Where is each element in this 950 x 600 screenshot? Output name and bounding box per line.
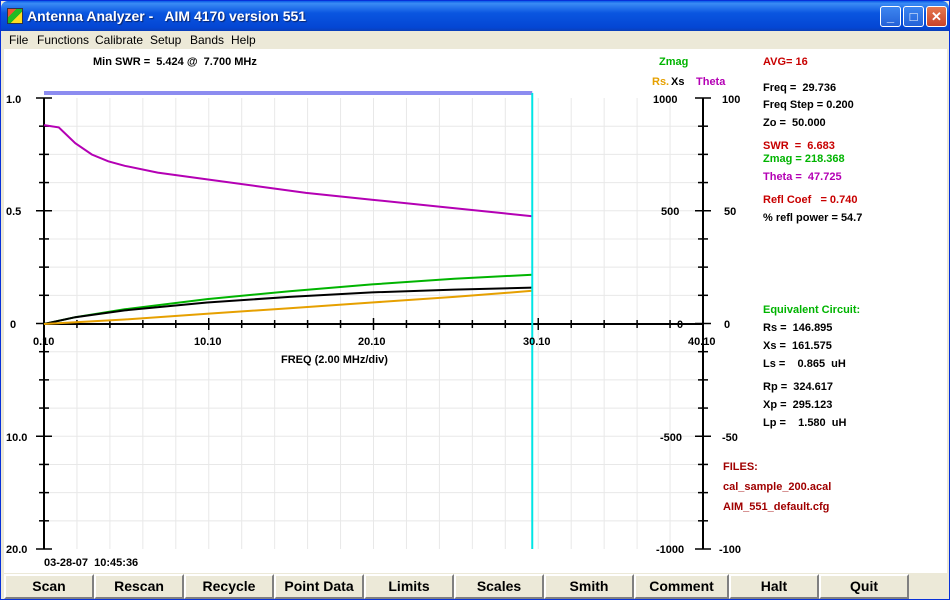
deg-tick-label: 50 <box>724 206 737 218</box>
left-tick-label: 1.0 <box>6 94 22 106</box>
zmag-readout: Zmag = 218.368 <box>763 153 845 165</box>
series-line-theta <box>43 124 533 218</box>
theta-legend: Theta <box>696 76 726 88</box>
ohm-tick-label: 500 <box>661 206 680 218</box>
ohm-tick-label: 1000 <box>653 94 678 106</box>
window-title: Antenna Analyzer - AIM 4170 version 551 <box>27 8 307 24</box>
minimize-button[interactable]: _ <box>880 6 901 27</box>
left-tick-label: 0.5 <box>6 206 22 218</box>
lp-readout: Lp = 1.580 uH <box>763 417 847 429</box>
left-tick-label: 10.0 <box>6 432 28 444</box>
x-tick-label: 0.10 <box>33 336 55 348</box>
deg-tick-label: 100 <box>722 94 741 106</box>
xs-legend: Xs <box>671 76 685 88</box>
rs-readout: Rs = 146.895 <box>763 322 833 334</box>
cal-file-name: cal_sample_200.acal <box>723 481 832 493</box>
button-bar: Scan Rescan Recycle Point Data Limits Sc… <box>4 574 947 599</box>
ohm-tick-label: -500 <box>660 432 683 444</box>
theta-readout: Theta = 47.725 <box>763 171 842 183</box>
left-tick-label: 20.0 <box>6 544 28 556</box>
x-axis-label: FREQ (2.00 MHz/div) <box>281 354 388 366</box>
x-tick-label: 30.10 <box>523 336 551 348</box>
series-line-xs <box>43 286 533 325</box>
x-tick-label: 40.10 <box>688 336 716 348</box>
timestamp: 03-28-07 10:45:36 <box>44 557 139 569</box>
files-title: FILES: <box>723 461 758 473</box>
menu-calibrate[interactable]: Calibrate <box>95 33 143 47</box>
menu-file[interactable]: File <box>9 33 28 47</box>
min-swr-label: Min SWR = 5.424 @ 7.700 MHz <box>93 56 257 68</box>
refl-coef-readout: Refl Coef = 0.740 <box>763 194 858 206</box>
menu-help[interactable]: Help <box>231 33 256 47</box>
menu-bar: File Functions Calibrate Setup Bands Hel… <box>1 31 949 49</box>
zmag-legend: Zmag <box>659 56 689 68</box>
plot-area[interactable]: Min SWR = 5.424 @ 7.700 MHz Zmag Rs. Xs … <box>4 49 947 573</box>
xs-readout: Xs = 161.575 <box>763 340 832 352</box>
app-window: Antenna Analyzer - AIM 4170 version 551 … <box>0 0 950 600</box>
xp-readout: Xp = 295.123 <box>763 399 833 411</box>
deg-tick-label: 0 <box>724 319 731 331</box>
ohm-tick-label: 0 <box>677 319 684 331</box>
deg-tick-label: -100 <box>719 544 742 556</box>
halt-button[interactable]: Halt <box>729 574 819 599</box>
maximize-button[interactable]: □ <box>903 6 924 27</box>
scales-button[interactable]: Scales <box>454 574 544 599</box>
deg-tick-label: -50 <box>722 432 738 444</box>
ls-readout: Ls = 0.865 uH <box>763 358 846 370</box>
ohm-tick-label: -1000 <box>656 544 685 556</box>
rp-readout: Rp = 324.617 <box>763 381 834 393</box>
point-data-button[interactable]: Point Data <box>274 574 364 599</box>
menu-bands[interactable]: Bands <box>190 33 224 47</box>
series-line-zmag <box>43 273 533 325</box>
comment-button[interactable]: Comment <box>634 574 729 599</box>
freq-step-readout: Freq Step = 0.200 <box>763 99 854 111</box>
recycle-button[interactable]: Recycle <box>184 574 274 599</box>
rescan-button[interactable]: Rescan <box>94 574 184 599</box>
freq-readout: Freq = 29.736 <box>763 82 837 94</box>
smith-button[interactable]: Smith <box>544 574 634 599</box>
x-tick-label: 10.10 <box>194 336 222 348</box>
cfg-file-name: AIM_551_default.cfg <box>723 501 830 513</box>
series-marks <box>43 91 534 549</box>
rs-legend: Rs. <box>652 76 670 88</box>
swr-readout: SWR = 6.683 <box>763 140 835 152</box>
title-bar[interactable]: Antenna Analyzer - AIM 4170 version 551 … <box>1 1 949 31</box>
zo-readout: Zo = 50.000 <box>763 117 826 129</box>
menu-functions[interactable]: Functions <box>37 33 89 47</box>
scan-button[interactable]: Scan <box>4 574 94 599</box>
close-button[interactable]: ✕ <box>926 6 947 27</box>
app-icon <box>7 8 23 24</box>
equivalent-circuit-title: Equivalent Circuit: <box>763 304 861 316</box>
limits-button[interactable]: Limits <box>364 574 454 599</box>
refl-power-readout: % refl power = 54.7 <box>763 212 863 224</box>
avg-readout: AVG= 16 <box>763 56 808 68</box>
left-tick-label: 0 <box>10 319 17 331</box>
quit-button[interactable]: Quit <box>819 574 909 599</box>
menu-setup[interactable]: Setup <box>150 33 181 47</box>
x-tick-label: 20.10 <box>358 336 386 348</box>
